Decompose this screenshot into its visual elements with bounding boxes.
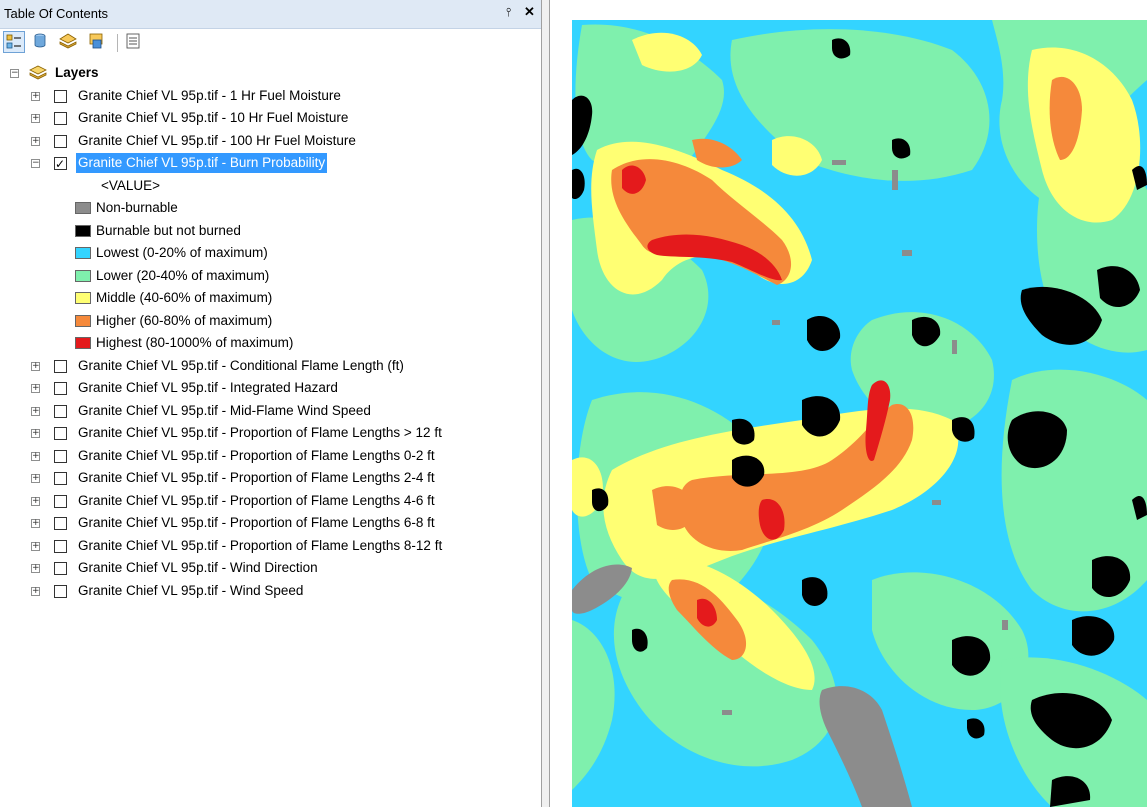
layer-visibility-checkbox[interactable] <box>54 449 67 463</box>
toc-toolbar <box>0 29 541 59</box>
pin-icon[interactable]: ⫯ <box>506 5 511 20</box>
list-by-selection-icon <box>89 33 103 49</box>
layer-visibility-checkbox[interactable] <box>54 112 67 125</box>
layer-visibility-checkbox[interactable] <box>54 562 67 575</box>
expand-icon[interactable]: + <box>31 519 40 528</box>
legend-swatch[interactable] <box>75 269 91 282</box>
layer-visibility-checkbox[interactable] <box>54 584 67 598</box>
close-icon[interactable]: ✕ <box>524 4 535 20</box>
list-by-drawing-order-icon <box>6 34 21 49</box>
layer-row[interactable]: + Granite Chief VL 95p.tif - Conditional … <box>0 356 540 376</box>
layer-row[interactable]: + Granite Chief VL 95p.tif - 10 Hr Fuel M… <box>0 108 540 128</box>
expand-icon[interactable]: + <box>31 429 40 438</box>
layer-visibility-checkbox[interactable] <box>54 89 67 103</box>
legend-swatch[interactable] <box>75 314 91 327</box>
layer-row[interactable]: + Granite Chief VL 95p.tif - Proportion o… <box>0 423 540 443</box>
layer-row[interactable]: + Granite Chief VL 95p.tif - Proportion o… <box>0 513 540 533</box>
list-by-selection-button[interactable] <box>86 31 108 53</box>
layer-row[interactable]: + Granite Chief VL 95p.tif - Proportion o… <box>0 491 540 511</box>
layer-visibility-checkbox[interactable] <box>54 382 67 395</box>
list-by-drawing-order-button[interactable] <box>3 31 25 53</box>
list-by-visibility-button[interactable] <box>58 31 80 53</box>
layer-row[interactable]: + Granite Chief VL 95p.tif - Proportion o… <box>0 536 540 556</box>
layers-root-label: Layers <box>55 65 99 80</box>
legend-label: Lower (20-40% of maximum) <box>96 267 270 283</box>
layer-label[interactable]: Granite Chief VL 95p.tif - Burn Probabil… <box>76 153 328 173</box>
expand-icon[interactable]: + <box>31 564 40 573</box>
layer-label[interactable]: Granite Chief VL 95p.tif - Proportion of… <box>78 423 442 443</box>
list-by-source-button[interactable] <box>30 31 52 53</box>
layer-label[interactable]: Granite Chief VL 95p.tif - Proportion of… <box>78 468 435 488</box>
layer-visibility-checkbox[interactable] <box>54 154 67 174</box>
layer-row[interactable]: + Granite Chief VL 95p.tif - Integrated H… <box>0 378 540 398</box>
expand-icon[interactable]: + <box>31 136 40 146</box>
legend-label: Middle (40-60% of maximum) <box>96 290 273 305</box>
expand-icon[interactable]: + <box>31 91 40 101</box>
options-button[interactable] <box>123 31 145 53</box>
layer-label[interactable]: Granite Chief VL 95p.tif - Proportion of… <box>78 491 435 511</box>
layer-visibility-checkbox[interactable] <box>54 404 67 418</box>
legend-swatch[interactable] <box>75 202 91 214</box>
layer-label[interactable]: Granite Chief VL 95p.tif - Mid-Flame Win… <box>78 401 371 421</box>
layer-label[interactable]: Granite Chief VL 95p.tif - Proportion of… <box>78 446 435 466</box>
expand-icon[interactable]: + <box>31 541 40 551</box>
expand-icon[interactable]: + <box>31 451 40 461</box>
layer-label[interactable]: Granite Chief VL 95p.tif - 1 Hr Fuel Moi… <box>78 86 341 106</box>
layers-icon <box>29 65 47 80</box>
legend-swatch[interactable] <box>75 224 91 237</box>
layer-row-selected[interactable]: − Granite Chief VL 95p.tif - Burn Probabi… <box>0 153 540 174</box>
collapse-icon[interactable]: − <box>31 159 40 168</box>
table-of-contents-panel: Table Of Contents ⫯ ✕ − Layers + Granite… <box>0 0 541 807</box>
layer-label[interactable]: Granite Chief VL 95p.tif - 100 Hr Fuel M… <box>78 131 356 151</box>
map-view[interactable] <box>550 0 1147 807</box>
legend-field-label: <VALUE> <box>101 177 161 193</box>
expand-icon[interactable]: + <box>31 384 40 393</box>
layer-visibility-checkbox[interactable] <box>54 472 67 485</box>
layer-visibility-checkbox[interactable] <box>54 539 67 553</box>
layer-visibility-checkbox[interactable] <box>54 359 67 373</box>
layer-visibility-checkbox[interactable] <box>54 494 67 508</box>
burn-probability-map[interactable] <box>572 20 1147 807</box>
layer-visibility-checkbox[interactable] <box>54 134 67 148</box>
expand-icon[interactable]: + <box>31 361 40 371</box>
legend-swatch[interactable] <box>75 292 91 304</box>
layer-label[interactable]: Granite Chief VL 95p.tif - 10 Hr Fuel Mo… <box>78 108 348 128</box>
layer-label[interactable]: Granite Chief VL 95p.tif - Proportion of… <box>78 513 435 533</box>
layer-label[interactable]: Granite Chief VL 95p.tif - Wind Speed <box>78 581 303 601</box>
layer-row[interactable]: + Granite Chief VL 95p.tif - 1 Hr Fuel Mo… <box>0 86 540 106</box>
toc-title-bar: Table Of Contents ⫯ ✕ <box>0 0 541 29</box>
expand-icon[interactable]: + <box>31 406 40 416</box>
layer-label[interactable]: Granite Chief VL 95p.tif - Conditional F… <box>78 356 404 376</box>
layer-visibility-checkbox[interactable] <box>54 517 67 530</box>
layer-row[interactable]: + Granite Chief VL 95p.tif - Proportion o… <box>0 446 540 466</box>
layer-label[interactable]: Granite Chief VL 95p.tif - Integrated Ha… <box>78 378 338 398</box>
layer-visibility-checkbox[interactable] <box>54 427 67 440</box>
expand-icon[interactable]: + <box>31 586 40 596</box>
list-by-visibility-icon <box>59 33 77 49</box>
layer-label[interactable]: Granite Chief VL 95p.tif - Proportion of… <box>78 536 442 556</box>
collapse-layers-icon[interactable]: − <box>10 69 19 78</box>
legend-swatch[interactable] <box>75 247 91 259</box>
expand-icon[interactable]: + <box>31 474 40 483</box>
legend-label: Highest (80-1000% of maximum) <box>96 335 294 350</box>
legend-label: Burnable but not burned <box>96 222 241 238</box>
legend-swatch[interactable] <box>75 337 91 349</box>
expand-icon[interactable]: + <box>31 114 40 123</box>
toolbar-separator <box>117 34 118 52</box>
layer-row[interactable]: + Granite Chief VL 95p.tif - 100 Hr Fuel … <box>0 131 540 151</box>
options-icon <box>126 33 140 49</box>
layer-row[interactable]: + Granite Chief VL 95p.tif - Proportion o… <box>0 468 540 488</box>
layer-label[interactable]: Granite Chief VL 95p.tif - Wind Directio… <box>78 558 318 578</box>
panel-splitter[interactable] <box>541 0 550 807</box>
list-by-source-icon <box>34 33 46 48</box>
layer-row[interactable]: + Granite Chief VL 95p.tif - Wind Directi… <box>0 558 540 578</box>
layer-row[interactable]: + Granite Chief VL 95p.tif - Mid-Flame Wi… <box>0 401 540 421</box>
legend-label: Non-burnable <box>96 200 178 215</box>
toc-title: Table Of Contents <box>4 6 109 21</box>
layer-row[interactable]: + Granite Chief VL 95p.tif - Wind Speed <box>0 581 540 601</box>
legend-label: Higher (60-80% of maximum) <box>96 312 273 328</box>
layers-root-row[interactable]: − Layers <box>0 63 300 83</box>
legend-label: Lowest (0-20% of maximum) <box>96 245 268 260</box>
expand-icon[interactable]: + <box>31 496 40 506</box>
